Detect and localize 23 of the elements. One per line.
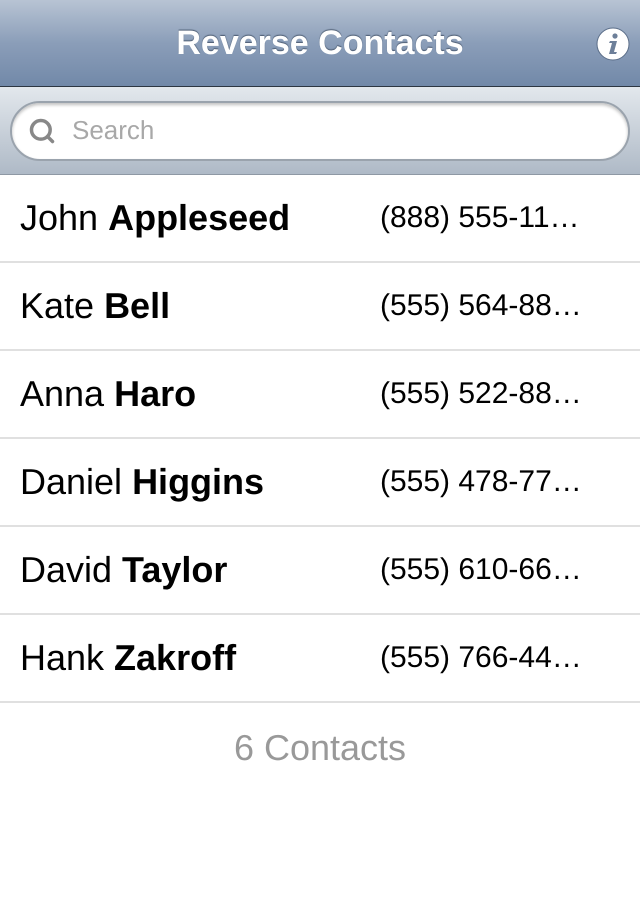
contact-row[interactable]: David Taylor (555) 610-66…	[0, 527, 640, 615]
contact-phone: (555) 610-66…	[380, 553, 582, 587]
contact-phone: (888) 555-11…	[380, 201, 580, 235]
contact-phone: (555) 478-77…	[380, 465, 582, 499]
contact-name: Daniel Higgins	[20, 461, 266, 503]
contact-row[interactable]: Hank Zakroff (555) 766-44…	[0, 615, 640, 703]
info-icon[interactable]	[596, 27, 630, 61]
search-field[interactable]: Search	[10, 100, 630, 160]
window-title: Reverse Contacts	[176, 24, 464, 62]
contact-row[interactable]: Anna Haro (555) 522-88…	[0, 351, 640, 439]
contact-name: Hank Zakroff	[20, 637, 238, 679]
contact-name: Kate Bell	[20, 285, 172, 327]
contact-name: Anna Haro	[20, 373, 198, 415]
contacts-count: 6 Contacts	[234, 727, 406, 768]
contact-row[interactable]: John Appleseed (888) 555-11…	[0, 175, 640, 263]
contact-row[interactable]: Kate Bell (555) 564-88…	[0, 263, 640, 351]
contact-phone: (555) 766-44…	[380, 641, 582, 675]
search-icon	[28, 116, 56, 144]
contact-name: John Appleseed	[20, 197, 292, 239]
contact-phone: (555) 564-88…	[380, 289, 582, 323]
contact-phone: (555) 522-88…	[380, 377, 582, 411]
contact-name: David Taylor	[20, 549, 228, 591]
contact-row[interactable]: Daniel Higgins (555) 478-77…	[0, 439, 640, 527]
